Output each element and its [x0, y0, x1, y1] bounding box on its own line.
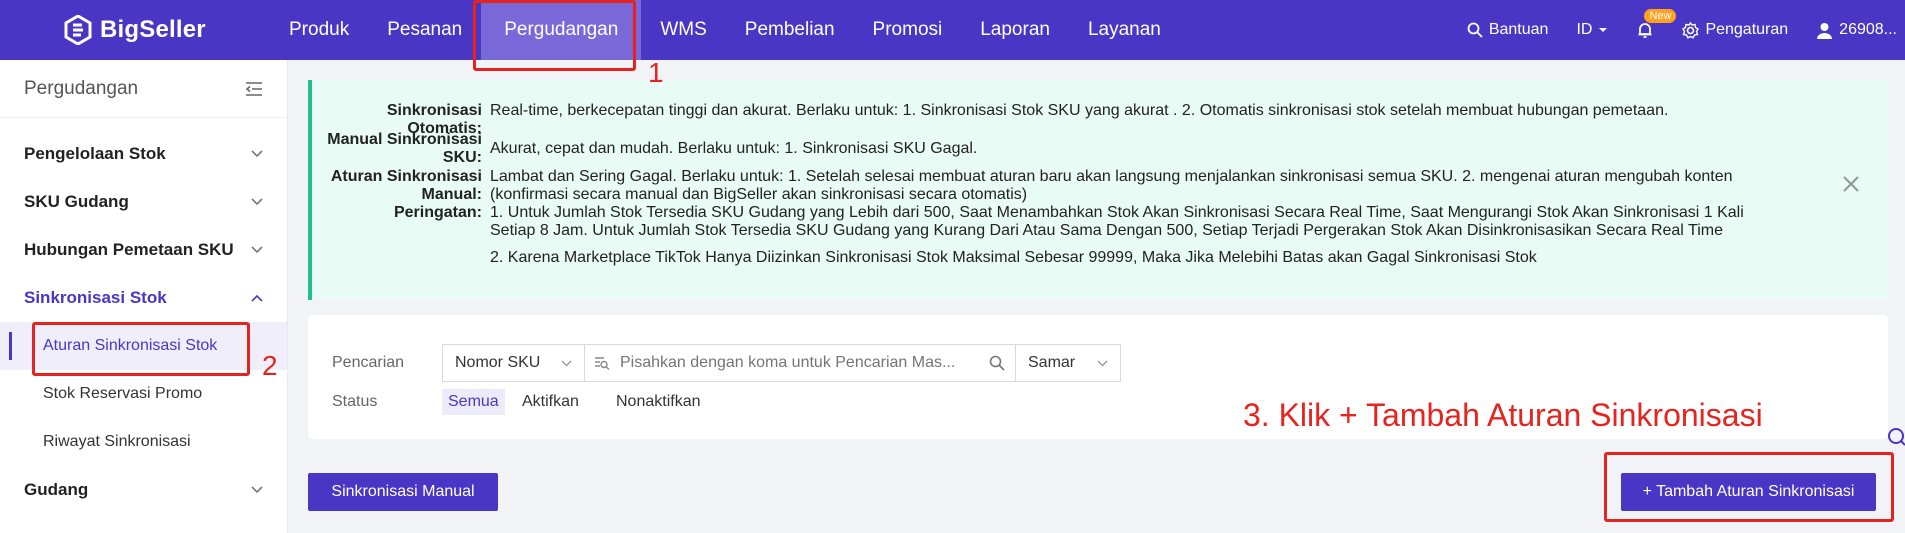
sync-info-notice: Sinkronisasi Otomatis: Real-time, berkec…	[308, 80, 1888, 300]
search-icon	[1467, 22, 1483, 38]
language-label: ID	[1576, 21, 1593, 38]
chevron-down-icon	[1097, 360, 1108, 366]
status-option-aktifkan[interactable]: Aktifkan	[516, 389, 585, 415]
notice-text-warning-1: 1. Untuk Jumlah Stok Tersedia SKU Gudang…	[490, 204, 1744, 221]
nav-item-pembelian[interactable]: Pembelian	[726, 0, 854, 60]
gear-icon	[1682, 21, 1700, 39]
nav-item-wms[interactable]: WMS	[641, 0, 725, 60]
sidebar-group-sku-gudang[interactable]: SKU Gudang	[0, 178, 287, 226]
list-search-icon	[595, 357, 610, 370]
help-link[interactable]: Bantuan	[1467, 21, 1549, 39]
chevron-down-icon	[251, 198, 263, 206]
chevron-down-icon	[251, 150, 263, 158]
sidebar-header: Pergudangan	[0, 60, 287, 118]
search-type-select[interactable]: Nomor SKU	[442, 344, 585, 382]
nav-item-laporan[interactable]: Laporan	[961, 0, 1069, 60]
notice-label-manual-1: Manual Sinkronisasi	[327, 131, 482, 148]
user-icon	[1817, 22, 1833, 39]
notice-label-rule-1: Aturan Sinkronisasi	[330, 168, 482, 185]
nav-item-pesanan[interactable]: Pesanan	[368, 0, 481, 60]
annotation-box-sidebar-item	[32, 322, 250, 376]
match-mode-value: Samar	[1028, 354, 1076, 371]
manual-sync-button[interactable]: Sinkronisasi Manual	[308, 473, 498, 511]
notice-text-warning-3: 2. Karena Marketplace TikTok Hanya Diizi…	[490, 249, 1537, 266]
chevron-down-icon	[561, 360, 572, 366]
annotation-box-add-rule-button	[1604, 452, 1894, 522]
annotation-number-2: 2	[262, 350, 278, 381]
nav-item-layanan[interactable]: Layanan	[1069, 0, 1180, 60]
sidebar-group-pengelolaan-stok[interactable]: Pengelolaan Stok	[0, 130, 287, 178]
notice-text-rule-1: Lambat dan Sering Gagal. Berlaku untuk: …	[490, 168, 1733, 185]
user-menu[interactable]: 26908...	[1816, 21, 1897, 39]
header-tools: Bantuan ID New Pengaturan 26908...	[1439, 0, 1905, 60]
sidebar-title: Pergudangan	[24, 77, 139, 99]
chevron-up-icon	[251, 294, 263, 302]
annotation-box-nav-pergudangan	[473, 0, 636, 71]
chevron-down-icon	[251, 246, 263, 254]
user-id: 26908...	[1839, 21, 1897, 38]
notice-text-rule-2: (konfirmasi secara manual dan BigSeller …	[490, 186, 1028, 203]
search-input-wrapper[interactable]	[584, 344, 1016, 382]
chevron-down-icon	[251, 486, 263, 494]
caret-down-icon	[1599, 28, 1608, 32]
close-icon[interactable]	[1842, 175, 1860, 193]
search-type-value: Nomor SKU	[455, 354, 541, 371]
notice-row-manual-sku: Manual Sinkronisasi SKU: Akurat, cepat da…	[312, 131, 1790, 167]
top-navigation-bar: BigSeller Produk Pesanan Pergudangan WMS…	[0, 0, 1905, 60]
annotation-number-1: 1	[648, 57, 664, 88]
nav-item-promosi[interactable]: Promosi	[854, 0, 962, 60]
settings-label: Pengaturan	[1705, 21, 1789, 38]
sidebar-group-label: Pengelolaan Stok	[24, 144, 166, 163]
notice-row-warning: Peringatan: 1. Untuk Jumlah Stok Tersedi…	[312, 204, 1790, 267]
sidebar: Pergudangan Pengelolaan Stok SKU Gudang …	[0, 60, 288, 533]
help-label: Bantuan	[1488, 21, 1549, 38]
sidebar-group-sinkronisasi-stok[interactable]: Sinkronisasi Stok	[0, 274, 287, 322]
status-option-nonaktifkan[interactable]: Nonaktifkan	[610, 389, 707, 415]
sidebar-item-riwayat-sinkronisasi[interactable]: Riwayat Sinkronisasi	[0, 418, 287, 466]
annotation-step-3-text: 3. Klik + Tambah Aturan Sinkronisasi	[1243, 397, 1763, 433]
sidebar-group-hubungan-pemetaan-sku[interactable]: Hubungan Pemetaan SKU	[0, 226, 287, 274]
notice-label-manual-2: SKU:	[442, 149, 482, 166]
notice-row-rule-manual: Aturan Sinkronisasi Manual: Lambat dan Se…	[312, 168, 1790, 204]
collapse-menu-icon[interactable]	[245, 81, 263, 96]
floating-search-icon[interactable]	[1886, 427, 1905, 449]
bell-icon	[1638, 23, 1652, 38]
sidebar-group-gudang[interactable]: Gudang	[0, 466, 287, 514]
sidebar-group-label: Hubungan Pemetaan SKU	[24, 240, 234, 259]
status-label: Status	[332, 393, 378, 410]
status-option-semua[interactable]: Semua	[442, 389, 505, 415]
search-input[interactable]	[620, 354, 979, 372]
sidebar-group-label: SKU Gudang	[24, 192, 129, 211]
match-mode-select[interactable]: Samar	[1015, 344, 1121, 382]
brand-name: BigSeller	[100, 16, 206, 43]
bigseller-logo-icon	[64, 15, 92, 45]
settings-link[interactable]: Pengaturan	[1682, 21, 1788, 39]
nav-item-produk[interactable]: Produk	[270, 0, 368, 60]
sidebar-item-stok-reservasi-promo[interactable]: Stok Reservasi Promo	[0, 370, 287, 418]
brand-logo[interactable]: BigSeller	[64, 15, 206, 45]
main-menu: Produk Pesanan Pergudangan WMS Pembelian…	[270, 0, 1180, 60]
notice-label-warning: Peringatan:	[393, 204, 482, 221]
sidebar-group-label: Gudang	[24, 480, 89, 499]
search-icon[interactable]	[989, 355, 1005, 371]
notice-label-rule-2: Manual:	[421, 186, 482, 203]
new-badge: New	[1644, 9, 1677, 23]
notice-text-manual: Akurat, cepat dan mudah. Berlaku untuk: …	[490, 140, 978, 157]
search-label: Pencarian	[332, 354, 405, 371]
language-selector[interactable]: ID	[1576, 21, 1608, 39]
sidebar-group-label: Sinkronisasi Stok	[24, 288, 167, 307]
notice-text-warning-2: Setiap 8 Jam. Untuk Jumlah Stok Tersedia…	[490, 222, 1723, 239]
notification-button[interactable]: New	[1636, 9, 1677, 39]
